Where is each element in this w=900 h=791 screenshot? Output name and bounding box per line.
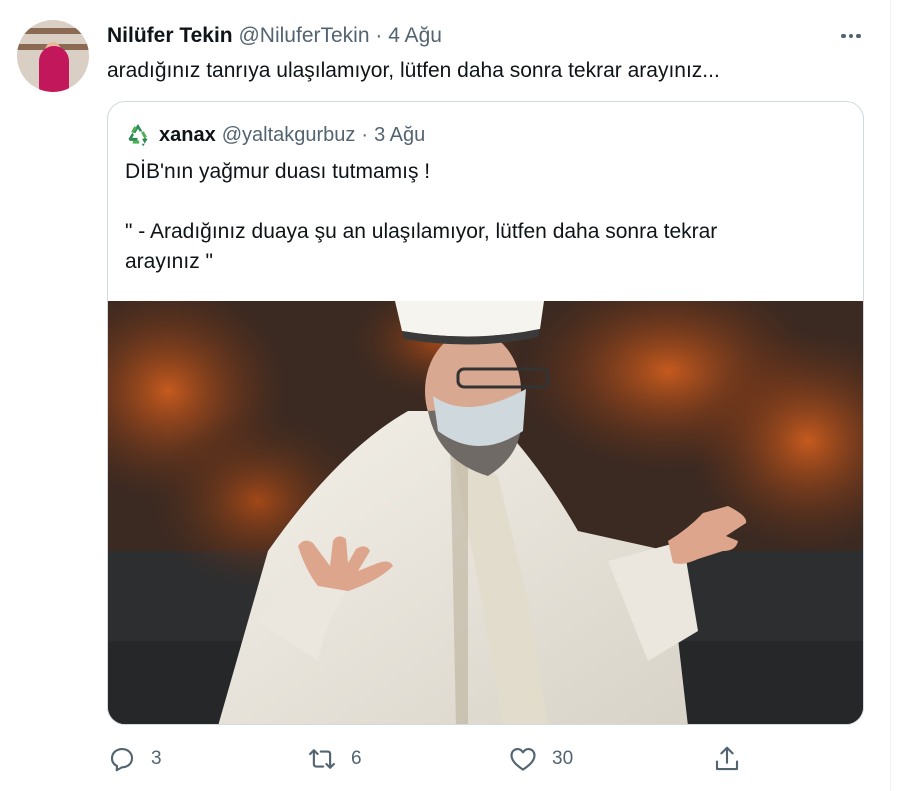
quoted-text-line: arayınız " [125, 250, 213, 273]
tweet-actions: 3 6 30 [0, 744, 900, 778]
like-count: 30 [552, 748, 574, 769]
timeline-border [890, 0, 891, 791]
quoted-author-name[interactable]: xanax [159, 121, 216, 149]
quoted-author-handle[interactable]: @yaltakgurbuz [222, 121, 356, 149]
tweet-text: aradığınız tanrıya ulaşılamıyor, lütfen … [107, 59, 720, 82]
header-separator: · [375, 24, 383, 47]
quoted-text-line: " - Aradığınız duaya şu an ulaşılamıyor,… [125, 220, 718, 243]
quoted-text-line: DİB'nın yağmur duası tutmamış ! [125, 160, 431, 183]
tweet-date[interactable]: 4 Ağu [388, 24, 442, 47]
more-options-button[interactable] [836, 24, 866, 48]
tweet-header: Nilüfer Tekin @NiluferTekin · 4 Ağu [107, 22, 442, 50]
recycle-icon [128, 124, 148, 147]
more-dot-icon [848, 33, 854, 39]
retweet-count: 6 [351, 748, 362, 769]
quoted-tweet-header: xanax @yaltakgurbuz · 3 Ağu [125, 121, 425, 149]
more-dot-icon [856, 33, 861, 39]
quoted-header-separator: · [361, 124, 369, 146]
share-button[interactable] [712, 744, 742, 774]
like-button[interactable]: 30 [508, 744, 573, 774]
retweet-icon [309, 749, 335, 769]
author-handle[interactable]: @NiluferTekin [238, 24, 369, 47]
share-icon [715, 746, 739, 771]
more-dot-icon [841, 33, 846, 39]
reply-button[interactable]: 3 [107, 744, 162, 774]
quoted-tweet-photo[interactable] [108, 301, 864, 725]
quoted-tweet[interactable]: xanax @yaltakgurbuz · 3 Ağu DİB'nın yağm… [107, 101, 864, 725]
reply-icon [110, 747, 134, 772]
avatar[interactable] [17, 20, 89, 92]
quoted-tweet-date[interactable]: 3 Ağu [374, 121, 425, 149]
retweet-button[interactable]: 6 [307, 744, 362, 774]
author-name[interactable]: Nilüfer Tekin [107, 24, 233, 47]
reply-count: 3 [151, 748, 162, 769]
heart-icon [510, 747, 536, 771]
avatar-person [39, 46, 69, 92]
